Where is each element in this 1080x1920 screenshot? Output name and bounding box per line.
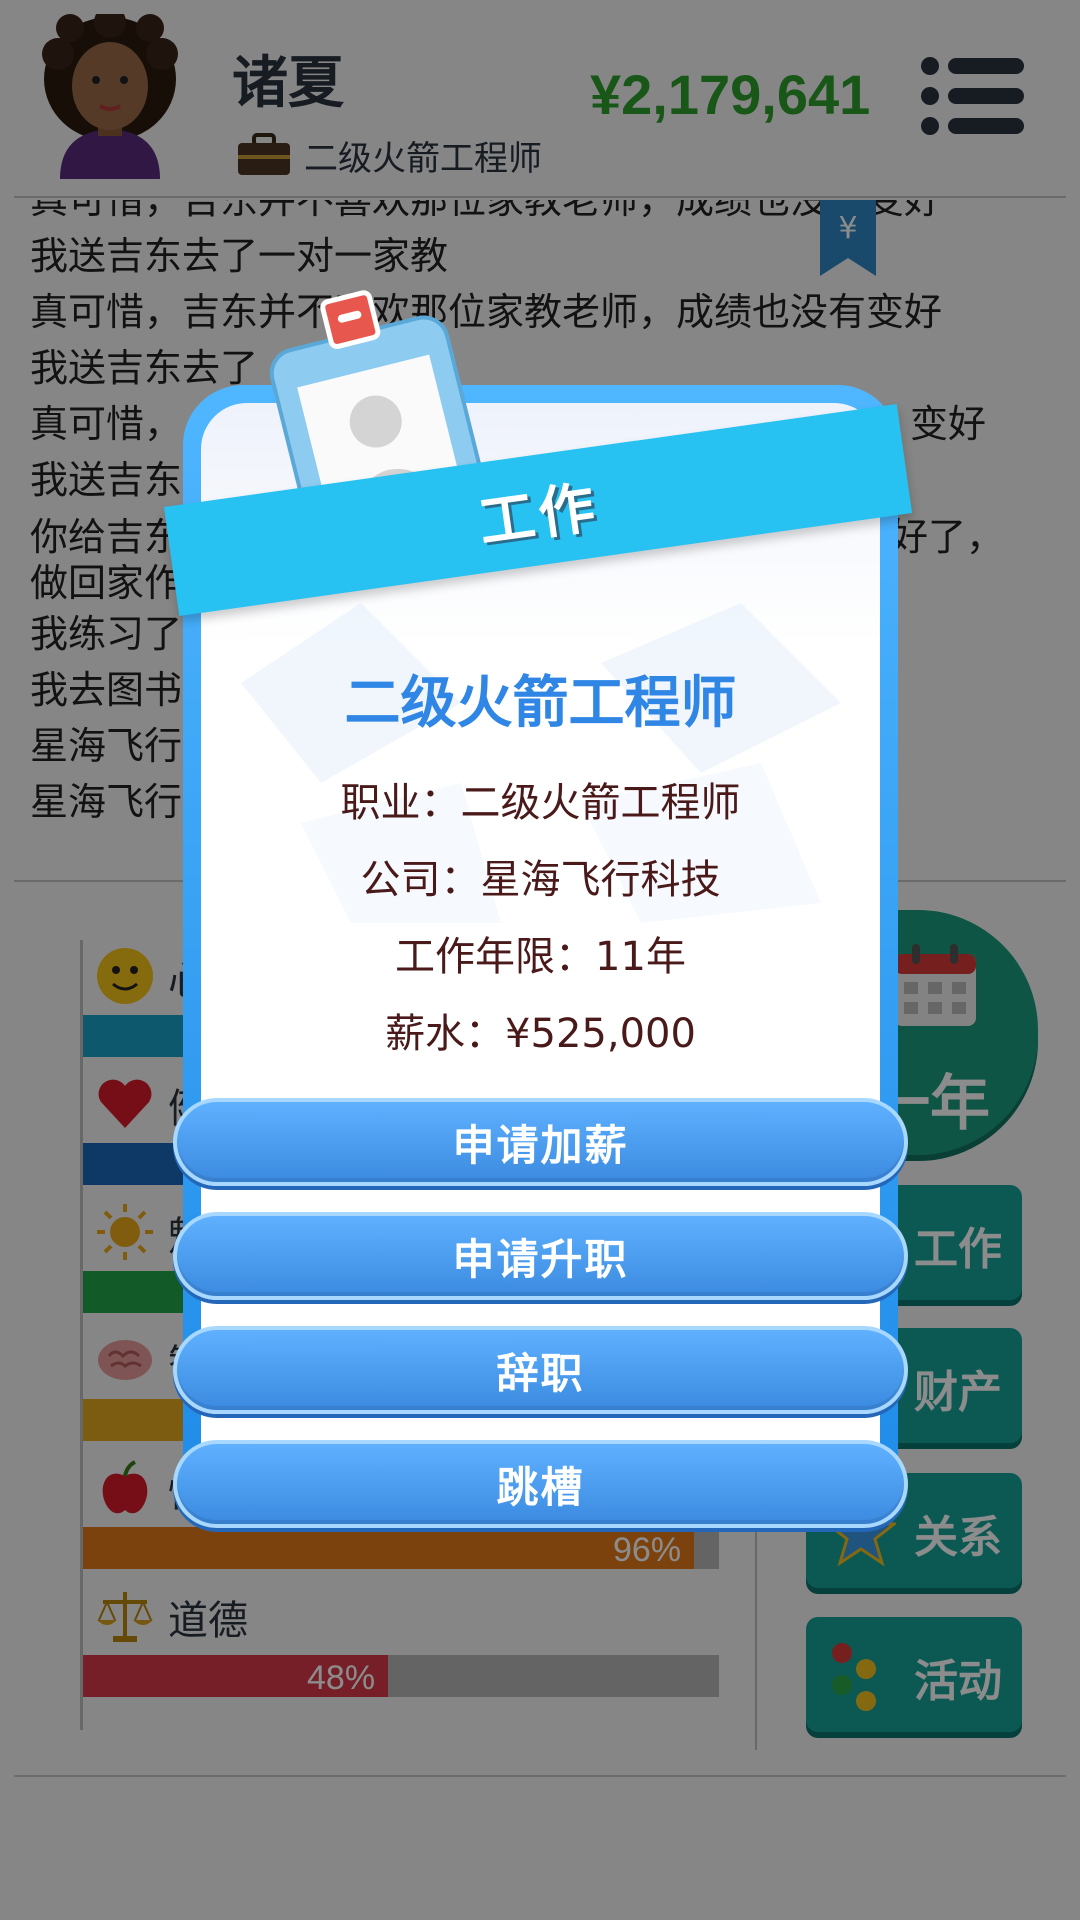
company-text: 公司：星海飞行科技 xyxy=(360,857,721,903)
promotion-request-button[interactable]: 申请升职 xyxy=(173,1212,908,1300)
dialog-title: 工作 xyxy=(474,474,603,556)
years-text: 工作年限：11年 xyxy=(395,934,686,980)
resign-button[interactable]: 辞职 xyxy=(173,1326,908,1414)
raise-request-button[interactable]: 申请加薪 xyxy=(173,1098,908,1186)
job-title: 二级火箭工程师 xyxy=(344,671,737,736)
salary-text: 薪水：¥525,000 xyxy=(385,1011,696,1057)
job-hop-button[interactable]: 跳槽 xyxy=(173,1440,908,1528)
occupation-text: 职业：二级火箭工程师 xyxy=(340,780,741,826)
